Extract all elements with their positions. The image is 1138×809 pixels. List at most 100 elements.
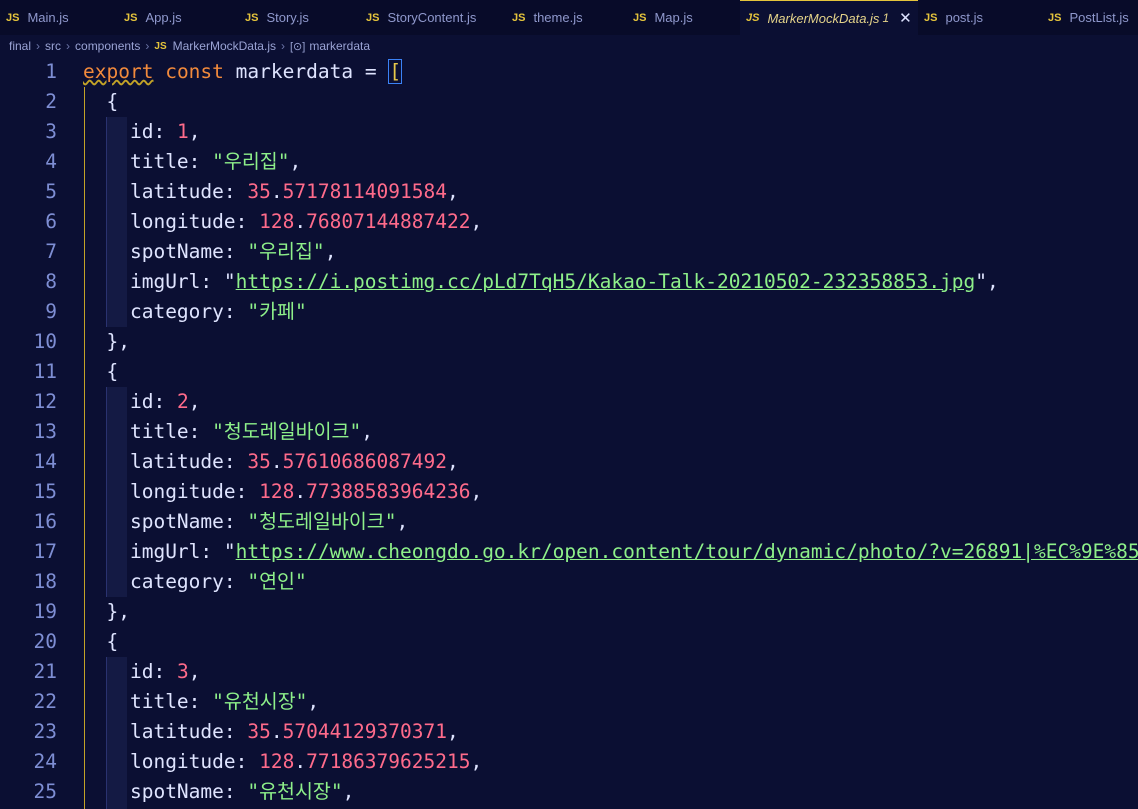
url-link[interactable]: https://i.postimg.cc/pLd7TqH5/Kakao-Talk… (236, 270, 976, 293)
property-key: category (129, 570, 224, 593)
line-number: 19 (33, 600, 57, 623)
tab-storycontent-js[interactable]: JS StoryContent.js (360, 0, 506, 35)
line-content: }, (83, 327, 129, 357)
variable-token: markerdata (235, 60, 354, 83)
brace-token: { (106, 90, 119, 113)
tab-story-js[interactable]: JS Story.js (239, 0, 360, 35)
breadcrumb-file[interactable]: MarkerMockData.js (173, 39, 276, 53)
tab-label: Map.js (654, 10, 693, 25)
line-content: id: 2, (129, 390, 201, 413)
number-token: 77388583964236 (306, 480, 471, 503)
keyword-token: const (165, 60, 224, 83)
code-line: 21 id: 3, (0, 657, 1138, 687)
code-line: 16 spotName: "청도레일바이크", (0, 507, 1138, 537)
code-line: 12 id: 2, (0, 387, 1138, 417)
js-file-icon: JS (633, 11, 647, 24)
chevron-right-icon: › (145, 39, 150, 53)
tab-markermockdata-js[interactable]: JS MarkerMockData.js 1 ✕ (740, 0, 918, 35)
code-line: 3 id: 1, (0, 117, 1138, 147)
line-content: latitude: 35.57044129370371, (129, 720, 459, 743)
line-number: 24 (33, 750, 57, 773)
code-line: 23 latitude: 35.57044129370371, (0, 717, 1138, 747)
property-key: latitude (129, 180, 224, 203)
tab-label: StoryContent.js (387, 10, 477, 25)
number-token: 3 (176, 660, 189, 683)
code-line: 20 { (0, 627, 1138, 657)
line-number: 17 (33, 540, 57, 563)
line-content: { (83, 87, 118, 117)
line-number: 8 (45, 270, 57, 293)
code-editor[interactable]: 1 export const markerdata = [ 2 {3 id: 1, 4… (0, 57, 1138, 809)
problem-count-badge: 1 (882, 11, 890, 25)
string-token: "청도레일바이크" (212, 420, 362, 443)
breadcrumb-folder[interactable]: src (45, 39, 61, 53)
dot-token: . (270, 450, 283, 473)
number-token: 2 (176, 390, 189, 413)
property-key: title (129, 690, 189, 713)
line-number: 4 (45, 150, 57, 173)
tab-app-js[interactable]: JS App.js (118, 0, 239, 35)
tab-post-js[interactable]: JS post.js (918, 0, 1042, 35)
number-token: 57044129370371 (282, 720, 447, 743)
js-file-icon: JS (6, 11, 20, 24)
line-content: }, (83, 597, 129, 627)
tab-theme-js[interactable]: JS theme.js (506, 0, 627, 35)
string-token: "청도레일바이크" (247, 510, 397, 533)
number-token: 35 (247, 450, 271, 473)
dot-token: . (270, 720, 283, 743)
line-content: title: "청도레일바이크", (129, 420, 373, 443)
code-line: 15 longitude: 128.77388583964236, (0, 477, 1138, 507)
code-line: 17 imgUrl: "https://www.cheongdo.go.kr/o… (0, 537, 1138, 567)
string-token: "카페" (247, 300, 307, 323)
line-content: latitude: 35.57610686087492, (129, 450, 459, 473)
string-token: "연인" (247, 570, 307, 593)
dot-token: . (270, 180, 283, 203)
code-line: 6 longitude: 128.76807144887422, (0, 207, 1138, 237)
string-token: "우리집" (247, 240, 325, 263)
line-number: 11 (33, 360, 57, 383)
breadcrumb-folder[interactable]: final (9, 39, 31, 53)
tab-label: Story.js (266, 10, 309, 25)
quote-token: " (975, 270, 988, 293)
property-key: longitude (129, 480, 236, 503)
code-line: 24 longitude: 128.77186379625215, (0, 747, 1138, 777)
url-link[interactable]: https://www.cheongdo.go.kr/open.content/… (236, 540, 1138, 563)
tab-postlist-js[interactable]: JS PostList.js (1042, 0, 1138, 35)
bracket-token: [ (388, 59, 403, 84)
bracket-guide (84, 87, 85, 809)
line-content: imgUrl: "https://i.postimg.cc/pLd7TqH5/K… (129, 270, 999, 293)
code-line: 7 spotName: "우리집", (0, 237, 1138, 267)
tab-label: post.js (945, 10, 984, 25)
property-key: imgUrl (129, 540, 201, 563)
tab-bar: JS Main.js JS App.js JS Story.js JS StoryConten… (0, 0, 1138, 35)
line-content: longitude: 128.77186379625215, (129, 750, 483, 773)
tab-map-js[interactable]: JS Map.js (627, 0, 740, 35)
brace-token: { (106, 360, 119, 383)
line-number: 25 (33, 780, 57, 803)
line-number: 3 (45, 120, 57, 143)
number-token: 1 (176, 120, 189, 143)
tab-main-js[interactable]: JS Main.js (0, 0, 118, 35)
close-icon[interactable]: ✕ (899, 9, 912, 27)
property-key: spotName (129, 780, 224, 803)
js-file-icon: JS (154, 40, 167, 52)
code-line: 22 title: "유천시장", (0, 687, 1138, 717)
code-line: 13 title: "청도레일바이크", (0, 417, 1138, 447)
code-line: 18 category: "연인" (0, 567, 1138, 597)
quote-token: " (223, 540, 236, 563)
property-key: id (129, 120, 154, 143)
line-content: longitude: 128.76807144887422, (129, 210, 483, 233)
line-number: 9 (45, 300, 57, 323)
tab-label: PostList.js (1069, 10, 1129, 25)
breadcrumb-symbol[interactable]: markerdata (309, 39, 370, 53)
code-line: 1 export const markerdata = [ (0, 57, 1138, 87)
breadcrumb-folder[interactable]: components (75, 39, 140, 53)
code-line: 9 category: "카페" (0, 297, 1138, 327)
code-line: 25 spotName: "유천시장", (0, 777, 1138, 807)
property-key: longitude (129, 750, 236, 773)
number-token: 76807144887422 (306, 210, 471, 233)
number-token: 57178114091584 (282, 180, 447, 203)
code-line: 11 { (0, 357, 1138, 387)
string-token: "유천시장" (212, 690, 308, 713)
js-file-icon: JS (245, 11, 259, 24)
